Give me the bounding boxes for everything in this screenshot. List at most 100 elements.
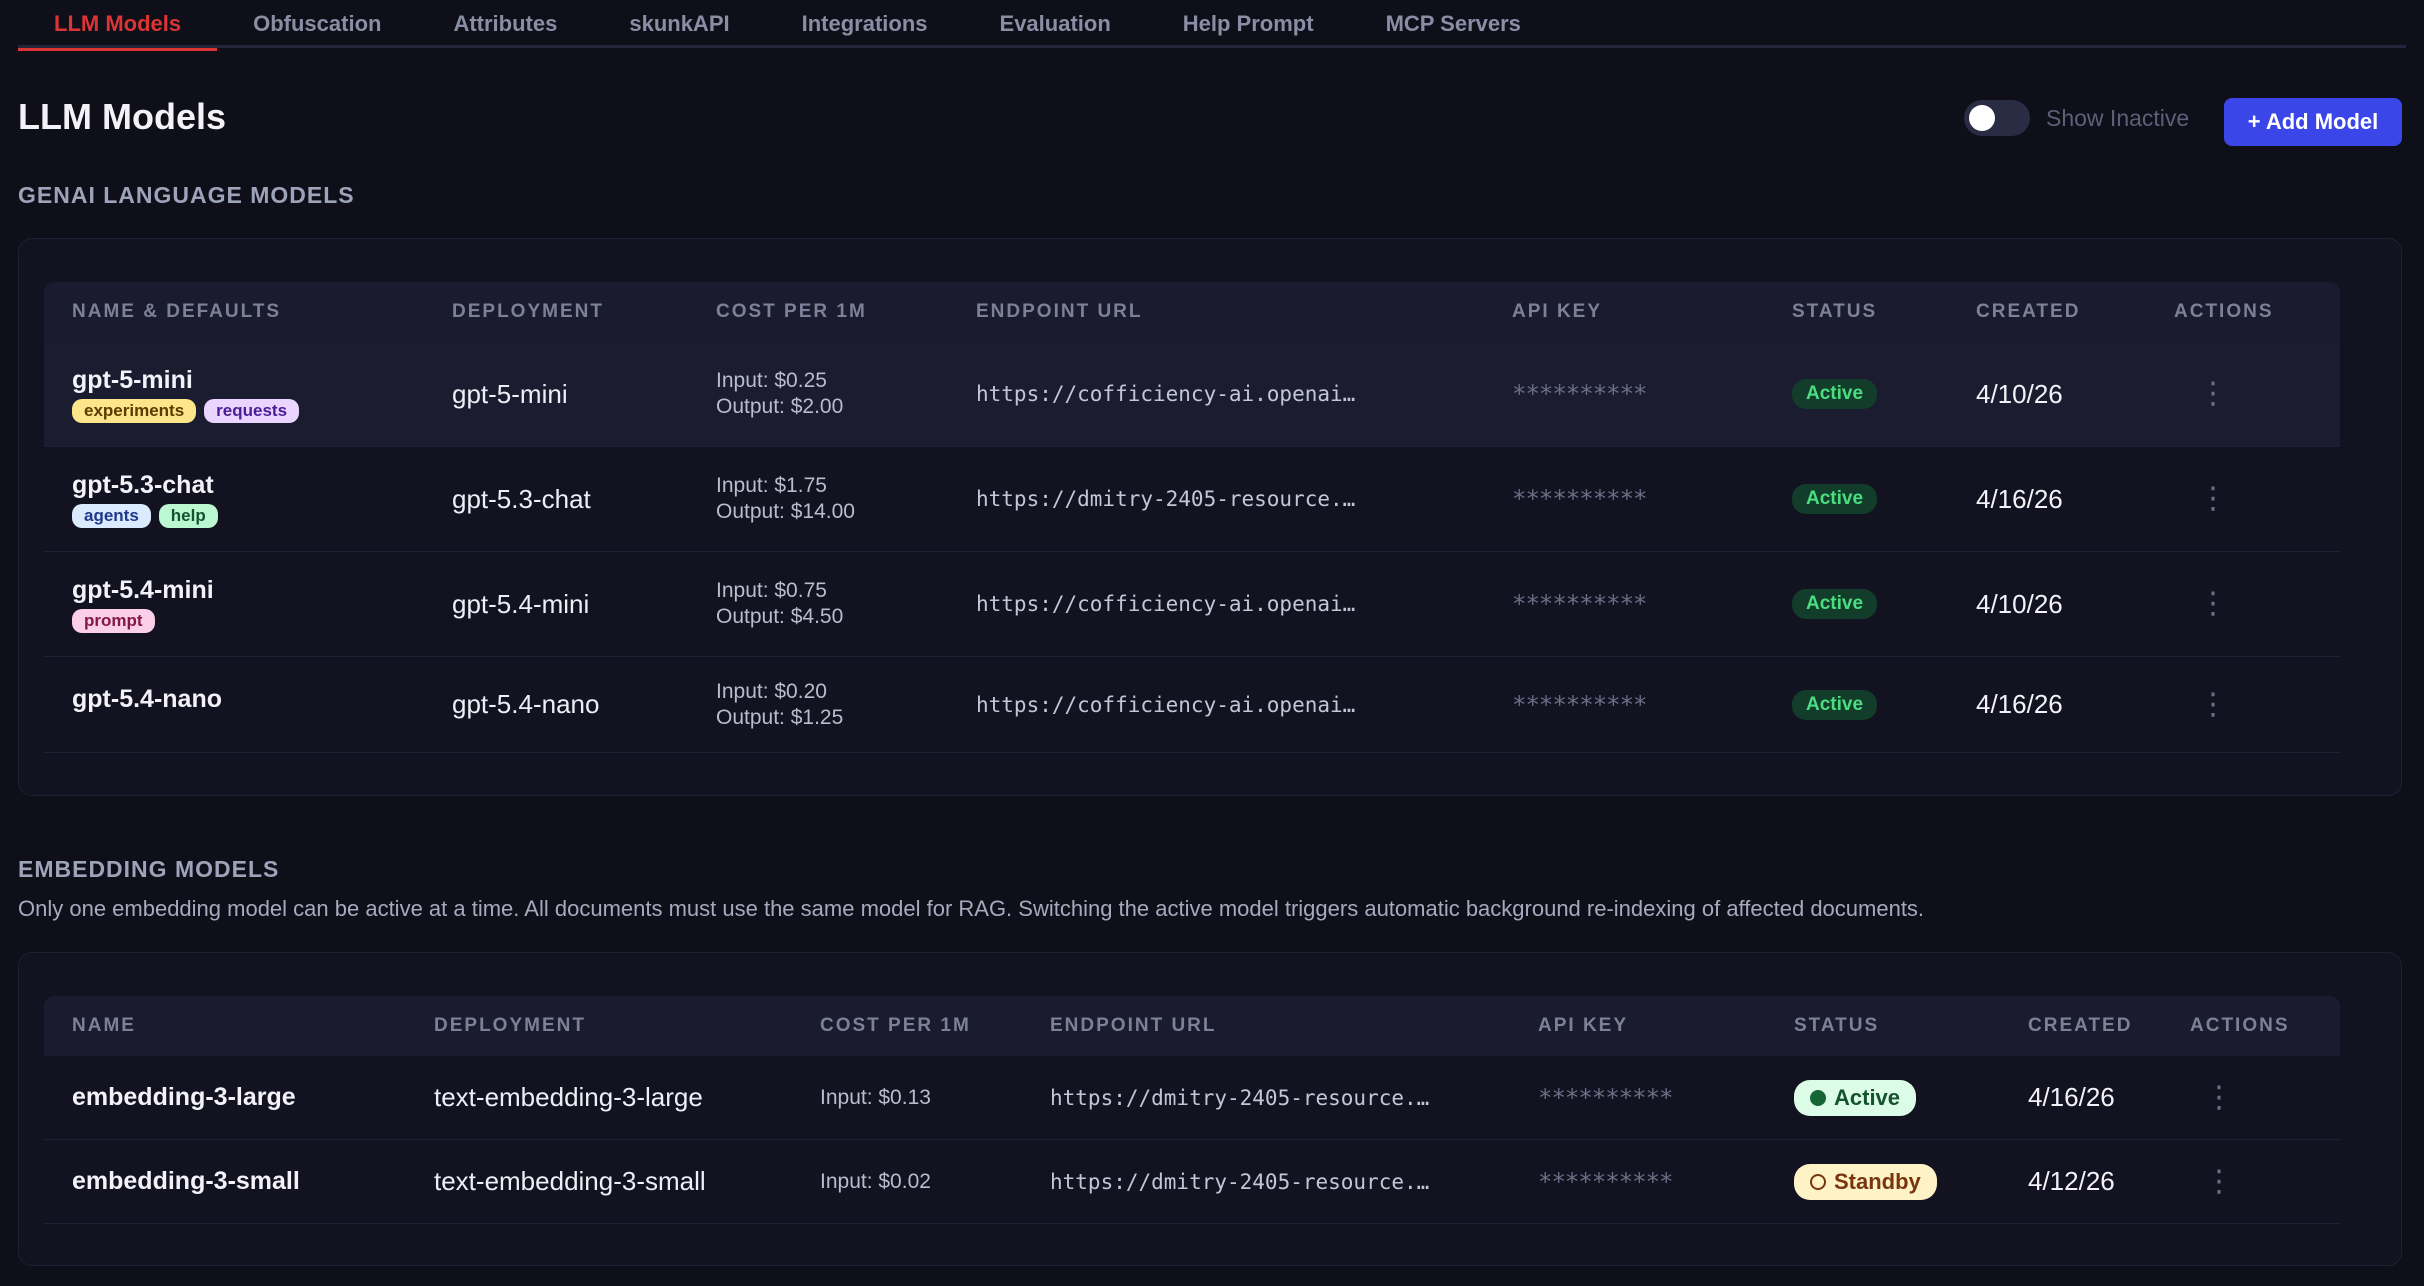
created-date: 4/10/26 [1976,588,2063,619]
model-name: gpt-5.4-mini [72,575,214,604]
api-key-cell: ********** [1512,657,1647,752]
default-tags: agents help [72,503,218,528]
cost-input: Input: $0.25 [716,369,827,392]
table-header: NAME & DEFAULTS DEPLOYMENT COST PER 1M ENDP… [44,282,2340,342]
table-row: gpt-5-mini experiments requests gpt-5-mini I… [44,342,2340,447]
status-label: Standby [1834,1168,1921,1194]
cost-cell: Input: $1.75 Output: $14.00 [716,447,855,551]
endpoint-url: https://dmitry-2405-resource.openai.azur… [1050,1085,1430,1110]
tab-skunkapi[interactable]: skunkAPI [593,0,765,48]
more-actions-icon[interactable]: ⋮ [2204,1166,2228,1197]
default-tag: experiments [72,398,197,423]
active-dot-icon [1810,1089,1826,1106]
name-cell: embedding-3-large [72,1056,296,1139]
actions-cell: ⋮ [2198,342,2222,446]
embedding-models-table: NAME DEPLOYMENT COST PER 1M ENDPOINT URL API… [44,996,2340,1224]
default-tags: experiments requests [72,398,300,423]
tab-attributes[interactable]: Attributes [417,0,593,48]
api-key-cell: ********** [1538,1056,1673,1139]
status-cell: Active [1792,447,1878,551]
endpoint-cell: https://cofficiency-ai.openai.azure.com/ [976,552,1356,656]
cost-output: Output: $14.00 [716,500,855,523]
tab-integrations[interactable]: Integrations [766,0,964,48]
column-header-created: CREATED [1976,301,2081,322]
table-row: embedding-3-large text-embedding-3-large I… [44,1056,2340,1140]
status-label: Active [1834,1084,1901,1110]
show-inactive-toggle[interactable] [1964,100,2030,136]
default-tag: prompt [72,608,155,633]
column-header-endpoint-url: ENDPOINT URL [1050,1015,1217,1036]
cost-output: Output: $2.00 [716,395,844,418]
settings-tabs: LLM Models Obfuscation Attributes skunkAPI I… [18,0,2406,51]
status-badge: Active [1794,1079,1917,1116]
add-model-button[interactable]: + Add Model [2224,98,2402,146]
more-actions-icon[interactable]: ⋮ [2204,1082,2228,1113]
created-cell: 4/16/26 [2028,1056,2115,1139]
endpoint-cell: https://dmitry-2405-resource.openai.azur… [1050,1140,1430,1223]
column-header-actions: ACTIONS [2190,1015,2290,1036]
more-actions-icon[interactable]: ⋮ [2198,484,2222,514]
table-body: gpt-5-mini experiments requests gpt-5-mini I… [44,342,2340,753]
column-header-deployment: DEPLOYMENT [452,301,604,322]
endpoint-cell: https://dmitry-2405-resource.openai.azur… [976,447,1356,551]
model-name: embedding-3-small [72,1167,300,1195]
deployment-cell: gpt-5-mini [452,342,568,446]
default-tags: prompt [72,608,214,633]
model-name: gpt-5-mini [72,365,193,394]
tab-evaluation[interactable]: Evaluation [964,0,1147,48]
tab-obfuscation[interactable]: Obfuscation [217,0,417,48]
cost-output: Output: $1.25 [716,705,844,729]
endpoint-cell: https://cofficiency-ai.openai.azure.com/ [976,342,1356,446]
show-inactive-control: Show Inactive [1964,98,2189,138]
endpoint-url: https://cofficiency-ai.openai.azure.com/ [976,382,1356,406]
column-header-cost-per-1m: COST PER 1M [820,1015,971,1036]
cost-cell: Input: $0.20 Output: $1.25 [716,657,843,752]
tab-mcp-servers[interactable]: MCP Servers [1350,0,1557,48]
cost-cell: Input: $0.75 Output: $4.50 [716,552,843,656]
table-header: NAME DEPLOYMENT COST PER 1M ENDPOINT URL API… [44,996,2340,1056]
status-cell: Active [1792,342,1878,446]
api-key-cell: ********** [1538,1140,1673,1223]
deployment-name: gpt-5.4-nano [452,689,600,719]
genai-section-heading: GENAI LANGUAGE MODELS [18,182,355,208]
default-tag: agents [72,503,151,528]
more-actions-icon[interactable]: ⋮ [2198,589,2222,619]
deployment-name: text-embedding-3-small [434,1166,706,1196]
column-header-name: NAME [72,1015,136,1036]
endpoint-url: https://dmitry-2405-resource.openai.azur… [1050,1169,1430,1194]
more-actions-icon[interactable]: ⋮ [2198,689,2222,720]
deployment-name: text-embedding-3-large [434,1082,703,1112]
more-actions-icon[interactable]: ⋮ [2198,379,2222,409]
model-name: gpt-5.4-nano [72,685,222,713]
name-cell: embedding-3-small [72,1140,300,1223]
status-cell: Active [1792,552,1878,656]
deployment-cell: text-embedding-3-large [434,1056,703,1139]
page-title: LLM Models [18,96,226,137]
show-inactive-label: Show Inactive [2046,104,2190,131]
created-cell: 4/10/26 [1976,552,2063,656]
column-header-actions: ACTIONS [2174,301,2274,322]
tab-help-prompt[interactable]: Help Prompt [1147,0,1350,48]
status-badge[interactable]: Standby [1794,1163,1937,1200]
created-cell: 4/16/26 [1976,447,2063,551]
deployment-cell: gpt-5.4-mini [452,552,589,656]
endpoint-cell: https://cofficiency-ai.openai.azure.com/ [976,657,1356,752]
actions-cell: ⋮ [2204,1140,2228,1223]
column-header-endpoint-url: ENDPOINT URL [976,301,1143,322]
tab-llm-models[interactable]: LLM Models [18,0,218,51]
column-header-api-key: API KEY [1512,301,1603,322]
column-header-status: STATUS [1794,1015,1880,1036]
table-row: gpt-5.4-mini prompt gpt-5.4-mini Input: $0.… [44,552,2340,657]
column-header-cost-per-1m: COST PER 1M [716,301,867,322]
table-row: gpt-5.3-chat agents help gpt-5.3-chat Input:… [44,447,2340,552]
default-tag: help [158,503,218,528]
cost-input: Input: $1.75 [716,474,827,497]
api-key-cell: ********** [1512,447,1647,551]
actions-cell: ⋮ [2198,552,2222,656]
model-name: gpt-5.3-chat [72,470,214,499]
cost-input: Input: $0.02 [820,1169,931,1193]
default-tag: requests [204,398,300,423]
cost-input: Input: $0.20 [716,679,827,703]
column-header-api-key: API KEY [1538,1015,1629,1036]
name-cell: gpt-5-mini experiments requests [72,342,300,446]
